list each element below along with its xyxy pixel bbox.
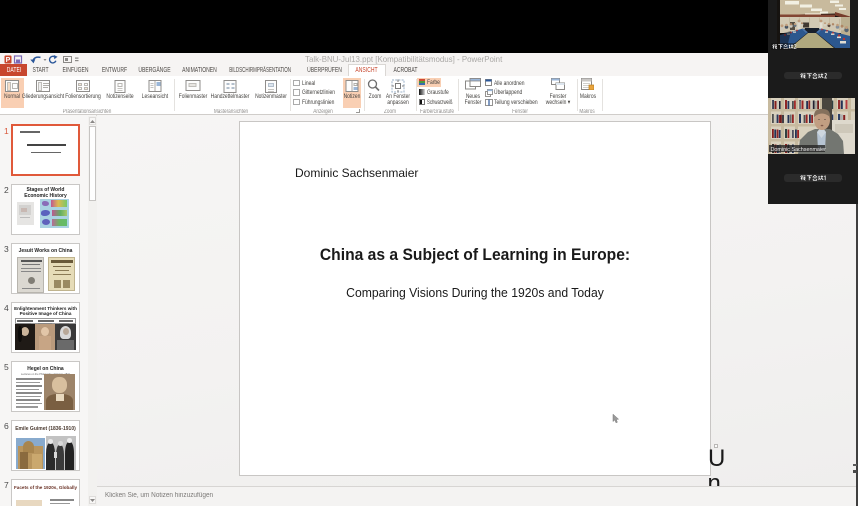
svg-text:Dominic Sachsenmaier: Dominic Sachsenmaier bbox=[771, 147, 827, 153]
svg-text:P: P bbox=[6, 57, 11, 64]
